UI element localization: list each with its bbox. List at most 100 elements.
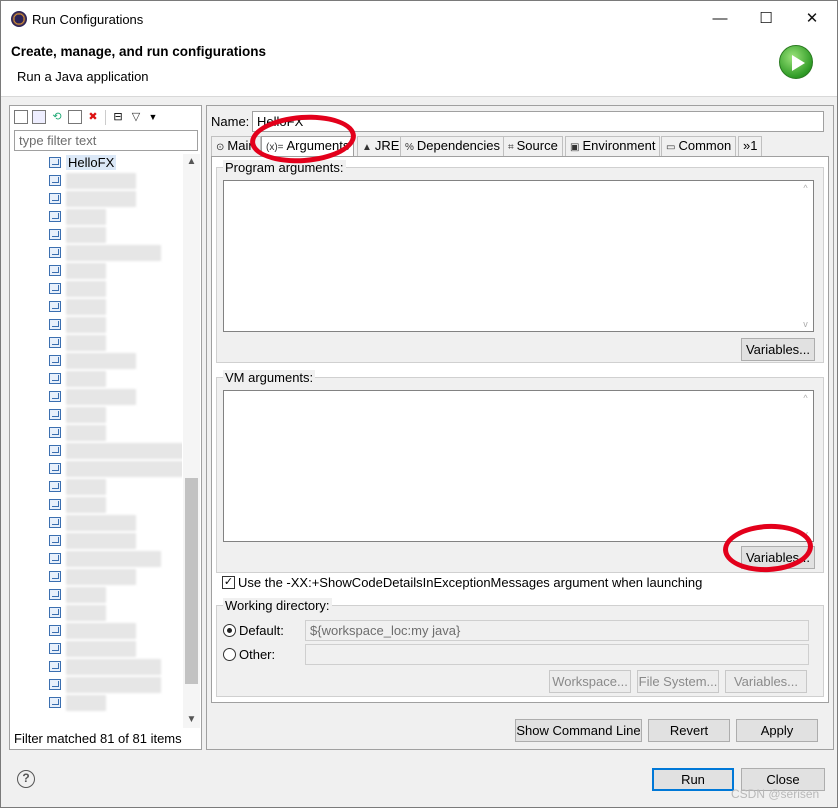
jre-icon: ▲ (362, 142, 372, 153)
filter-input[interactable] (14, 130, 198, 151)
tree-item[interactable] (10, 586, 182, 604)
java-application-icon (49, 589, 61, 600)
export-icon[interactable]: ⟲ (50, 110, 64, 124)
tree-item[interactable] (10, 442, 182, 460)
tree-item[interactable] (10, 568, 182, 586)
tree-item[interactable] (10, 622, 182, 640)
configuration-tree: HelloFX (10, 154, 182, 728)
window-title: Run Configurations (32, 12, 144, 27)
vm-arguments-textarea[interactable]: ^ v (223, 390, 814, 542)
tree-item[interactable] (10, 352, 182, 370)
tab-dependencies[interactable]: % Dependencies (400, 136, 506, 156)
toolbar-separator (105, 110, 106, 125)
tree-item[interactable] (10, 478, 182, 496)
java-application-icon (49, 643, 61, 654)
tree-item[interactable] (10, 640, 182, 658)
default-radio[interactable] (223, 624, 236, 637)
apply-button[interactable]: Apply (736, 719, 818, 742)
tab-common[interactable]: ▭ Common (661, 136, 737, 156)
new-prototype-icon[interactable] (32, 110, 46, 124)
other-label: Other: (239, 647, 276, 662)
tab-label: Common (678, 138, 732, 153)
tree-item[interactable] (10, 604, 182, 622)
redacted-item-label (66, 353, 136, 369)
tree-item[interactable] (10, 172, 182, 190)
tree-item[interactable] (10, 226, 182, 244)
tree-item[interactable] (10, 532, 182, 550)
collapse-all-icon[interactable]: ⊟ (111, 110, 125, 124)
java-application-icon (49, 445, 61, 456)
tab-overflow[interactable]: »1 (738, 136, 763, 156)
minimize-button[interactable]: — (697, 5, 743, 33)
show-code-details-checkbox[interactable]: ✓ (222, 576, 235, 589)
tree-item[interactable] (10, 208, 182, 226)
tree-scrollbar[interactable]: ▲ ▼ (183, 154, 200, 728)
new-configuration-icon[interactable] (14, 110, 28, 124)
view-menu-chevron-icon[interactable]: ▼ (146, 110, 160, 124)
tab-environment[interactable]: ▣ Environment (565, 136, 661, 156)
tree-item[interactable] (10, 370, 182, 388)
vm-args-scrollbar[interactable]: ^ v (798, 391, 813, 541)
revert-button[interactable]: Revert (648, 719, 730, 742)
help-icon[interactable]: ? (17, 770, 35, 788)
tree-item[interactable] (10, 496, 182, 514)
close-window-button[interactable]: ✕ (789, 5, 835, 33)
redacted-item-label (66, 515, 136, 531)
tree-item[interactable] (10, 424, 182, 442)
tree-item[interactable] (10, 514, 182, 532)
tree-item[interactable] (10, 550, 182, 568)
tree-item[interactable] (10, 316, 182, 334)
tree-item[interactable] (10, 244, 182, 262)
redacted-item-label (66, 389, 136, 405)
tree-item[interactable] (10, 280, 182, 298)
scroll-up-icon[interactable]: ▲ (186, 156, 197, 167)
tree-item[interactable] (10, 298, 182, 316)
tab-jre[interactable]: ▲ JRE (357, 136, 405, 156)
launch-configurations-panel: ⟲ ✖ ⊟ ▽ ▼ HelloFX ▲ ▼ Filter matched 81 … (9, 105, 202, 750)
redacted-item-label (66, 569, 136, 585)
program-variables-button[interactable]: Variables... (741, 338, 815, 361)
program-args-scrollbar[interactable]: ^ v (798, 181, 813, 331)
scrollbar-thumb[interactable] (185, 478, 198, 684)
source-icon: ⌗ (508, 142, 514, 153)
java-application-icon (49, 463, 61, 474)
filter-icon[interactable]: ▽ (129, 110, 143, 124)
tree-item[interactable] (10, 406, 182, 424)
java-application-icon (49, 391, 61, 402)
tree-item[interactable] (10, 388, 182, 406)
java-application-icon (49, 553, 61, 564)
scroll-down-icon[interactable]: ▼ (186, 714, 197, 725)
tab-label: JRE (374, 138, 400, 153)
delete-icon[interactable]: ✖ (86, 110, 100, 124)
watermark: CSDN @serisen (731, 787, 820, 801)
other-radio[interactable] (223, 648, 236, 661)
java-application-icon (49, 481, 61, 492)
header-title: Create, manage, and run configurations (11, 44, 267, 59)
maximize-button[interactable]: ☐ (743, 5, 789, 33)
tree-item[interactable] (10, 190, 182, 208)
run-button[interactable]: Run (652, 768, 734, 791)
duplicate-icon[interactable] (68, 110, 82, 124)
tree-item[interactable] (10, 676, 182, 694)
java-application-icon (49, 373, 61, 384)
tree-item[interactable]: HelloFX (10, 154, 182, 172)
tree-item[interactable] (10, 334, 182, 352)
workspace-button[interactable]: Workspace... (549, 670, 631, 693)
tree-item[interactable] (10, 460, 182, 478)
tab-source[interactable]: ⌗ Source (503, 136, 563, 156)
tree-item[interactable] (10, 262, 182, 280)
program-arguments-textarea[interactable]: ^ v (223, 180, 814, 332)
other-directory-field[interactable] (305, 644, 809, 665)
header-subtitle: Run a Java application (17, 69, 149, 84)
dialog-header: Create, manage, and run configurations R… (1, 37, 837, 97)
file-system-button[interactable]: File System... (637, 670, 719, 693)
redacted-item-label (66, 407, 106, 423)
tree-item[interactable] (10, 658, 182, 676)
java-application-icon (49, 427, 61, 438)
main-icon: ⊙ (216, 142, 225, 153)
java-application-icon (49, 283, 61, 294)
show-command-line-button[interactable]: Show Command Line (515, 719, 642, 742)
working-dir-variables-button[interactable]: Variables... (725, 670, 807, 693)
tab-label: »1 (743, 138, 758, 153)
tree-item[interactable] (10, 694, 182, 712)
